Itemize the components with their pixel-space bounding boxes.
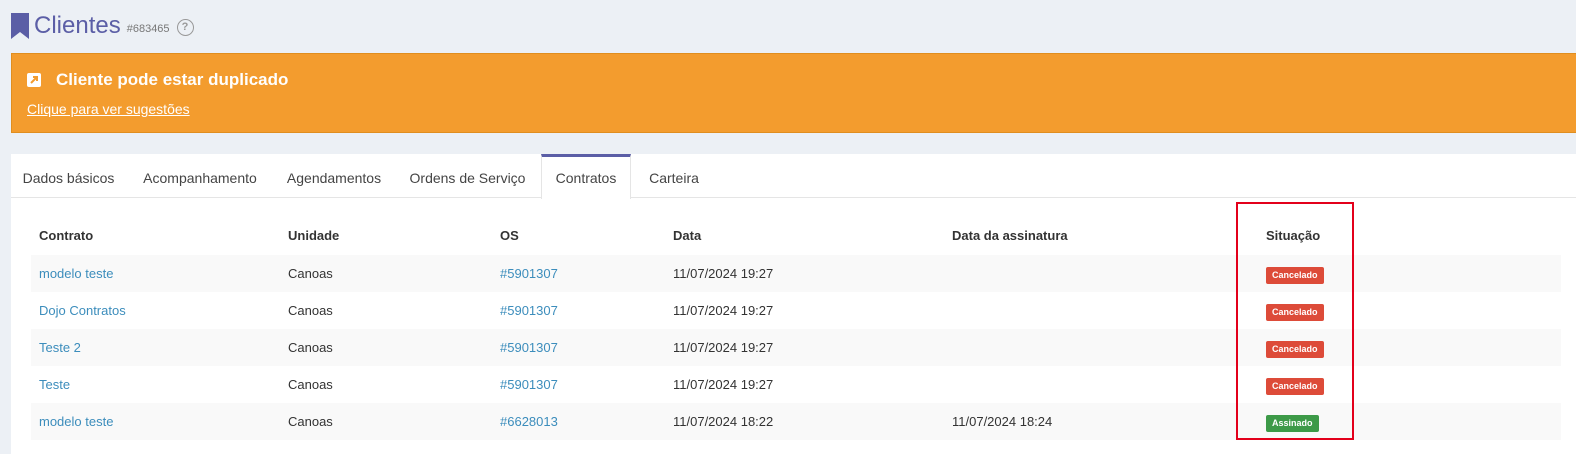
column-header-data-assinatura: Data da assinatura <box>952 228 1068 243</box>
unit-cell: Canoas <box>288 303 333 318</box>
column-header-unidade: Unidade <box>288 228 340 243</box>
see-suggestions-link[interactable]: Clique para ver sugestões <box>27 101 190 117</box>
date-cell: 11/07/2024 19:27 <box>673 266 774 281</box>
date-cell: 11/07/2024 19:27 <box>673 340 774 355</box>
tab-dados-basicos[interactable]: Dados básicos <box>11 154 126 198</box>
column-header-data: Data <box>673 228 702 243</box>
bookmark-icon <box>11 13 29 39</box>
situacao-highlight-box <box>1236 202 1354 440</box>
page-header: Clientes #683465 ? <box>11 10 194 42</box>
date-cell: 11/07/2024 18:22 <box>673 414 774 429</box>
column-header-os: OS <box>500 228 519 243</box>
duplicate-alert: Cliente pode estar duplicado Clique para… <box>11 53 1576 133</box>
contract-link[interactable]: Dojo Contratos <box>39 303 126 318</box>
alert-title: Cliente pode estar duplicado <box>56 70 289 89</box>
column-header-contrato: Contrato <box>39 228 94 243</box>
tab-agendamentos[interactable]: Agendamentos <box>274 154 394 198</box>
os-link[interactable]: #5901307 <box>500 266 558 281</box>
contract-link[interactable]: Teste 2 <box>39 340 81 355</box>
tab-bar: Dados básicos Acompanhamento Agendamento… <box>11 154 1576 199</box>
contract-link[interactable]: modelo teste <box>39 414 113 429</box>
tab-acompanhamento[interactable]: Acompanhamento <box>126 154 274 198</box>
tab-carteira[interactable]: Carteira <box>631 154 717 198</box>
signature-date-cell: 11/07/2024 18:24 <box>952 414 1053 429</box>
external-link-icon <box>27 73 41 87</box>
os-link[interactable]: #5901307 <box>500 303 558 318</box>
unit-cell: Canoas <box>288 340 333 355</box>
contract-link[interactable]: Teste <box>39 377 70 392</box>
date-cell: 11/07/2024 19:27 <box>673 377 774 392</box>
record-id: #683465 <box>126 23 170 35</box>
unit-cell: Canoas <box>288 414 333 429</box>
os-link[interactable]: #5901307 <box>500 340 558 355</box>
tab-ordens-de-servico[interactable]: Ordens de Serviço <box>394 154 541 198</box>
os-link[interactable]: #5901307 <box>500 377 558 392</box>
unit-cell: Canoas <box>288 377 333 392</box>
tab-contratos[interactable]: Contratos <box>541 154 631 199</box>
unit-cell: Canoas <box>288 266 333 281</box>
help-icon[interactable]: ? <box>176 19 194 36</box>
date-cell: 11/07/2024 19:27 <box>673 303 774 318</box>
contract-link[interactable]: modelo teste <box>39 266 113 281</box>
page-title: Clientes <box>34 12 121 39</box>
os-link[interactable]: #6628013 <box>500 414 558 429</box>
